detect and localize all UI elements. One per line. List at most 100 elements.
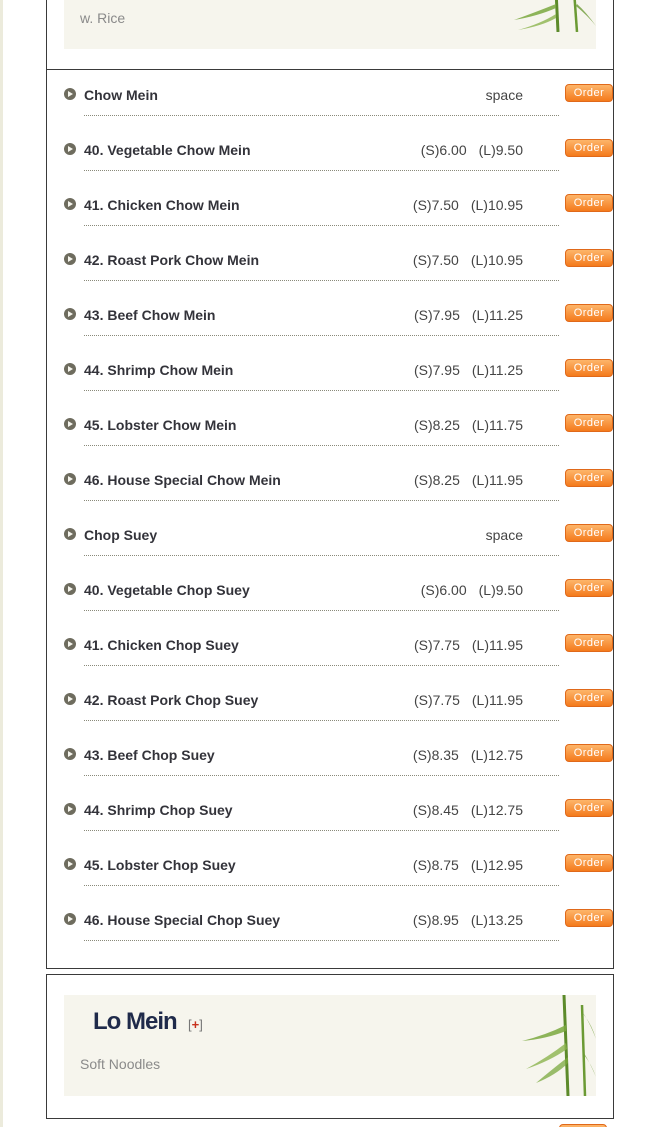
price-large: (L)12.75 (470, 747, 523, 763)
expand-toggle[interactable]: [+] (188, 1017, 203, 1032)
price-small: space (485, 87, 523, 103)
circle-arrow-icon (64, 253, 76, 265)
circle-arrow-icon (64, 638, 76, 650)
price-small: (S)7.75 (413, 692, 460, 708)
order-button[interactable]: Order (565, 84, 613, 102)
circle-arrow-icon (64, 803, 76, 815)
price-small: (S)7.50 (412, 252, 459, 268)
menu-item-row: 43. Beef Chow Mein (S)7.95 (L)11.25 Order (64, 297, 613, 352)
item-name: 43. Beef Chop Suey (84, 747, 215, 763)
order-button[interactable]: Order (565, 524, 613, 542)
dotted-divider (84, 775, 559, 776)
menu-item-row: 46. House Special Chop Suey (S)8.95 (L)13.… (64, 902, 613, 957)
price-small: (S)8.95 (412, 912, 459, 928)
price-small: (S)8.35 (412, 747, 459, 763)
circle-arrow-icon (64, 913, 76, 925)
order-button[interactable]: Order (565, 139, 613, 157)
price-small: (S)8.25 (413, 472, 460, 488)
section-title: Lo Mein (93, 1008, 178, 1035)
price-large: (L)10.95 (470, 252, 523, 268)
order-button[interactable]: Order (565, 744, 613, 762)
top-section-header: w. Rice (64, 0, 596, 49)
item-price: (S)7.95 (L)11.25 (414, 307, 523, 323)
item-price: (S)8.35 (L)12.75 (413, 747, 523, 763)
item-name: Chop Suey (84, 527, 158, 543)
item-name: 41. Chicken Chow Mein (84, 197, 240, 213)
order-button[interactable]: Order (565, 909, 613, 927)
page-left-rule (0, 0, 3, 1127)
item-name: 42. Roast Pork Chop Suey (84, 692, 259, 708)
price-large: (L)12.95 (470, 857, 523, 873)
menu-item-row: 42. Roast Pork Chop Suey (S)7.75 (L)11.95 O… (64, 682, 613, 737)
lo-mein-header: Lo Mein [+] Soft Noodles (64, 995, 596, 1096)
menu-item-row: Chop Suey space Order (64, 517, 613, 572)
item-name: Chow Mein (84, 87, 158, 103)
order-button[interactable]: Order (565, 194, 613, 212)
item-price: (S)8.25 (L)11.75 (414, 417, 523, 433)
item-price: space (486, 87, 523, 103)
circle-arrow-icon (64, 363, 76, 375)
toggle-bracket-close: ] (199, 1017, 203, 1032)
item-price: (S)8.45 (L)12.75 (413, 802, 523, 818)
order-button[interactable]: Order (565, 689, 613, 707)
item-price: (S)7.50 (L)10.95 (413, 197, 523, 213)
item-price: (S)8.25 (L)11.95 (414, 472, 523, 488)
menu-item-row: Chow Mein space Order (64, 77, 613, 132)
item-price: space (486, 527, 523, 543)
item-name: 44. Shrimp Chow Mein (84, 362, 234, 378)
order-button[interactable]: Order (565, 469, 613, 487)
top-section: w. Rice (46, 0, 614, 70)
dotted-divider (84, 720, 559, 721)
price-small: (S)7.95 (413, 362, 460, 378)
price-large: (L)11.95 (471, 692, 523, 708)
dotted-divider (84, 390, 559, 391)
menu-item-row: 43. Beef Chop Suey (S)8.35 (L)12.75 Order (64, 737, 613, 792)
menu-item-row: 40. Vegetable Chop Suey (S)6.00 (L)9.50 Ord… (64, 572, 613, 627)
item-name: 45. Lobster Chow Mein (84, 417, 237, 433)
circle-arrow-icon (64, 88, 76, 100)
item-name: 42. Roast Pork Chow Mein (84, 252, 260, 268)
price-large: (L)11.25 (471, 362, 523, 378)
item-name: 43. Beef Chow Mein (84, 307, 216, 323)
price-large: (L)9.50 (478, 582, 523, 598)
price-large: (L)13.25 (470, 912, 523, 928)
item-name: 44. Shrimp Chop Suey (84, 802, 233, 818)
price-small: (S)7.75 (413, 637, 460, 653)
dotted-divider (84, 610, 559, 611)
order-button[interactable]: Order (565, 304, 613, 322)
item-price: (S)6.00 (L)9.50 (421, 142, 523, 158)
circle-arrow-icon (64, 858, 76, 870)
order-button[interactable]: Order (565, 854, 613, 872)
section-subtitle: Soft Noodles (80, 1056, 161, 1072)
dotted-divider (84, 500, 559, 501)
dotted-divider (84, 885, 559, 886)
item-price: (S)8.75 (L)12.95 (413, 857, 523, 873)
circle-arrow-icon (64, 198, 76, 210)
item-name: 41. Chicken Chop Suey (84, 637, 239, 653)
dotted-divider (84, 170, 559, 171)
price-small: space (485, 527, 523, 543)
menu-item-row: 44. Shrimp Chop Suey (S)8.45 (L)12.75 Order (64, 792, 613, 847)
price-large: (L)9.50 (478, 142, 523, 158)
circle-arrow-icon (64, 583, 76, 595)
order-button[interactable]: Order (565, 579, 613, 597)
order-button[interactable]: Order (565, 634, 613, 652)
circle-arrow-icon (64, 473, 76, 485)
order-button[interactable]: Order (565, 414, 613, 432)
item-price: (S)7.75 (L)11.95 (414, 637, 523, 653)
order-button[interactable]: Order (565, 359, 613, 377)
price-small: (S)6.00 (420, 142, 467, 158)
item-name: 45. Lobster Chop Suey (84, 857, 236, 873)
order-button[interactable]: Order (565, 249, 613, 267)
item-name: 46. House Special Chow Mein (84, 472, 281, 488)
item-name: 40. Vegetable Chow Mein (84, 142, 251, 158)
circle-arrow-icon (64, 693, 76, 705)
price-large: (L)11.75 (471, 417, 523, 433)
item-price: (S)8.95 (L)13.25 (413, 912, 523, 928)
circle-arrow-icon (64, 143, 76, 155)
menu-item-row: 40. Vegetable Chow Mein (S)6.00 (L)9.50 Ord… (64, 132, 613, 187)
circle-arrow-icon (64, 418, 76, 430)
order-button[interactable]: Order (565, 799, 613, 817)
dotted-divider (84, 665, 559, 666)
price-small: (S)6.00 (420, 582, 467, 598)
